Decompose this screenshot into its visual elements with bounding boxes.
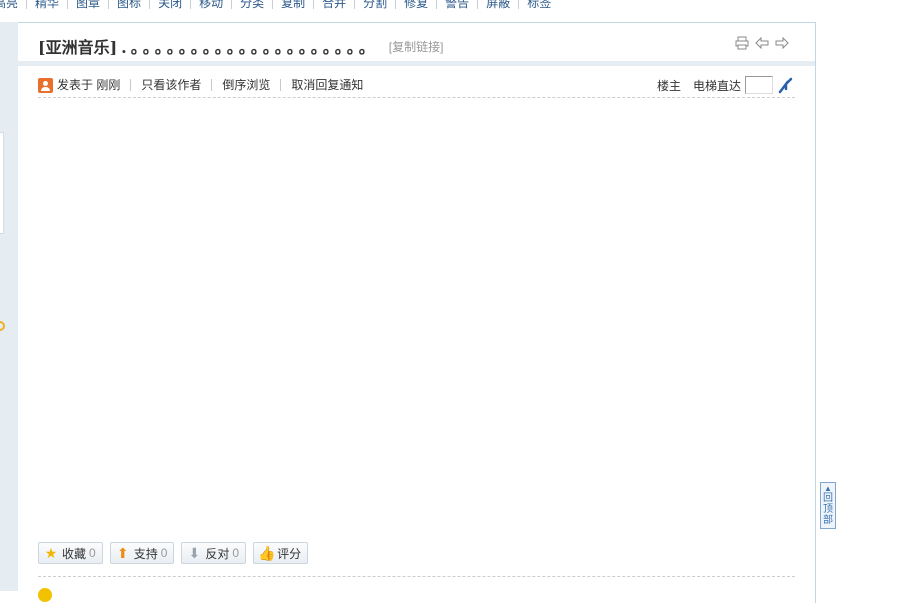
up-arrow-icon: ▲ bbox=[824, 484, 832, 493]
post-panel: [亚洲音乐] .。。。。。。。。。。。。。。。。。。。。 [复制链接] 发表于 … bbox=[18, 22, 816, 603]
posted-prefix: 发表于 bbox=[57, 78, 94, 92]
rate-label: 评分 bbox=[277, 546, 302, 561]
reverse-browse-link[interactable]: 倒序浏览 bbox=[211, 79, 280, 91]
favorite-button[interactable]: ★ 收藏 0 bbox=[38, 542, 103, 564]
toolbar-split[interactable]: 分割 bbox=[355, 0, 397, 9]
toolbar-move[interactable]: 移动 bbox=[191, 0, 233, 9]
rate-button[interactable]: 👍 评分 bbox=[253, 542, 309, 564]
title-divider bbox=[18, 61, 815, 66]
toolbar-close[interactable]: 关闭 bbox=[150, 0, 192, 9]
floor-controls: 楼主 电梯直达 bbox=[657, 73, 795, 97]
toolbar-icon[interactable]: 图标 bbox=[109, 0, 151, 9]
thread-nav-icons bbox=[735, 36, 789, 50]
toolbar-category[interactable]: 分类 bbox=[232, 0, 274, 9]
prev-thread-icon[interactable] bbox=[755, 36, 769, 50]
toolbar-merge[interactable]: 合并 bbox=[314, 0, 356, 9]
star-icon: ★ bbox=[44, 545, 58, 561]
moderation-toolbar: 高亮 精华 图章 图标 关闭 移动 分类 复制 合并 分割 修复 警告 屏蔽 标… bbox=[0, 0, 559, 12]
toolbar-highlight[interactable]: 高亮 bbox=[0, 0, 28, 9]
cancel-notify-link[interactable]: 取消回复通知 bbox=[280, 79, 373, 91]
online-status-icon bbox=[0, 321, 5, 331]
author-info-box bbox=[0, 132, 4, 234]
footer-icons bbox=[38, 588, 52, 602]
print-icon[interactable] bbox=[735, 36, 749, 50]
elevator-input[interactable] bbox=[745, 76, 773, 94]
rate-thumb-icon: 👍 bbox=[258, 545, 276, 561]
posted-time-value: 刚刚 bbox=[96, 78, 121, 92]
post-meta-row: 发表于 刚刚 只看该作者 倒序浏览 取消回复通知 楼主 电梯直达 bbox=[38, 73, 795, 98]
thread-title-dots: .。。。。。。。。。。。。。。。。。。。。 bbox=[121, 38, 379, 57]
next-thread-icon[interactable] bbox=[775, 36, 789, 50]
thumb-down-arrow-icon: ⬇ bbox=[188, 545, 201, 561]
support-label: 支持 bbox=[133, 546, 158, 561]
oppose-button[interactable]: ⬇ 反对 0 bbox=[181, 542, 247, 564]
author-sidebar bbox=[0, 22, 19, 591]
oppose-label: 反对 bbox=[205, 546, 230, 561]
toolbar-stamp[interactable]: 图章 bbox=[68, 0, 110, 9]
post-actions: ★ 收藏 0 ⬆ 支持 0 ⬇ 反对 0 👍 评分 bbox=[38, 542, 309, 564]
floor-label: 楼主 bbox=[656, 78, 681, 93]
thread-title-row: [亚洲音乐] .。。。。。。。。。。。。。。。。。。。。 [复制链接] bbox=[38, 33, 795, 59]
only-author-link[interactable]: 只看该作者 bbox=[130, 79, 211, 91]
elevator-label: 电梯直达 bbox=[692, 78, 741, 93]
favorite-label: 收藏 bbox=[62, 546, 87, 561]
favorite-count: 0 bbox=[89, 546, 96, 560]
user-avatar-icon bbox=[38, 77, 53, 93]
thread-title: [亚洲音乐] bbox=[38, 38, 118, 57]
elevator-go-icon[interactable] bbox=[777, 76, 795, 94]
posted-time: 发表于 刚刚 bbox=[57, 79, 130, 91]
thumb-up-arrow-icon: ⬆ bbox=[116, 545, 129, 561]
toolbar-repair[interactable]: 修复 bbox=[396, 0, 438, 9]
toolbar-copy[interactable]: 复制 bbox=[273, 0, 315, 9]
oppose-count: 0 bbox=[232, 546, 240, 560]
copy-link-button[interactable]: [复制链接] bbox=[389, 38, 444, 55]
reply-icon[interactable] bbox=[38, 588, 52, 602]
support-count: 0 bbox=[160, 546, 168, 560]
toolbar-block[interactable]: 屏蔽 bbox=[478, 0, 520, 9]
toolbar-tag[interactable]: 标签 bbox=[519, 0, 559, 9]
back-to-top-button[interactable]: ▲ 回顶部 bbox=[820, 482, 836, 529]
back-to-top-label: 回顶部 bbox=[823, 493, 833, 526]
toolbar-warn[interactable]: 警告 bbox=[437, 0, 479, 9]
toolbar-digest[interactable]: 精华 bbox=[27, 0, 69, 9]
footer-divider bbox=[38, 576, 795, 577]
support-button[interactable]: ⬆ 支持 0 bbox=[109, 542, 175, 564]
